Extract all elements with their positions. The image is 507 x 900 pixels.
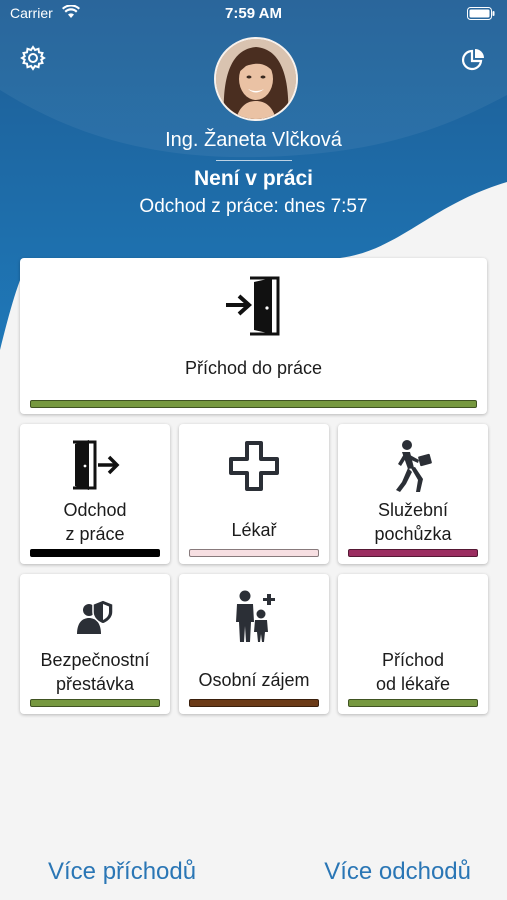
personal-card[interactable]: Osobní zájem <box>179 574 329 714</box>
safety-break-color-bar <box>30 699 160 707</box>
more-departures-link[interactable]: Více odchodů <box>324 858 471 886</box>
last-action: Odchod z práce: dnes 7:57 <box>139 196 368 217</box>
business-trip-label-line1: Služební <box>377 500 449 520</box>
arrival-label: Příchod do práce <box>184 358 323 378</box>
exit-door-icon <box>20 438 170 492</box>
more-arrivals-link[interactable]: Více příchodů <box>48 858 196 886</box>
family-plus-icon <box>179 588 329 644</box>
doctor-return-card[interactable]: Příchod od lékaře <box>338 574 488 714</box>
doctor-color-bar <box>189 549 319 557</box>
status-bar: Carrier 7:59 AM <box>0 0 507 26</box>
doctor-card[interactable]: Lékař <box>179 424 329 564</box>
safety-break-card[interactable]: Bezpečnostní přestávka <box>20 574 170 714</box>
user-name: Ing. Žaneta Vlčková <box>165 129 342 151</box>
doctor-return-color-bar <box>348 699 478 707</box>
statistics-button[interactable] <box>457 44 489 76</box>
arrival-color-bar <box>30 400 477 408</box>
clock: 7:59 AM <box>225 5 282 22</box>
business-trip-label-line2: pochůzka <box>374 524 452 544</box>
business-trip-color-bar <box>348 549 478 557</box>
departure-label-line2: z práce <box>65 524 125 544</box>
doctor-label: Lékař <box>231 520 277 540</box>
enter-door-icon <box>20 274 487 338</box>
gear-icon <box>20 45 46 71</box>
person-shield-icon <box>20 598 170 636</box>
business-trip-card[interactable]: Služební pochůzka <box>338 424 488 564</box>
avatar <box>214 37 298 121</box>
header-divider <box>216 160 292 161</box>
doctor-return-label-line2: od lékaře <box>375 674 451 694</box>
personal-label: Osobní zájem <box>198 670 310 690</box>
work-state: Není v práci <box>193 167 314 190</box>
settings-button[interactable] <box>17 42 49 74</box>
walking-person-icon <box>338 438 488 494</box>
safety-break-label-line2: přestávka <box>55 674 135 694</box>
safety-break-label-line1: Bezpečnostní <box>40 650 150 670</box>
battery-icon <box>467 7 495 23</box>
departure-card[interactable]: Odchod z práce <box>20 424 170 564</box>
medical-cross-icon <box>179 440 329 492</box>
departure-label-line1: Odchod <box>63 500 127 520</box>
departure-color-bar <box>30 549 160 557</box>
arrival-card[interactable]: Příchod do práce <box>20 258 487 414</box>
personal-color-bar <box>189 699 319 707</box>
pie-chart-icon <box>461 49 484 71</box>
doctor-return-label-line1: Příchod <box>381 650 445 670</box>
